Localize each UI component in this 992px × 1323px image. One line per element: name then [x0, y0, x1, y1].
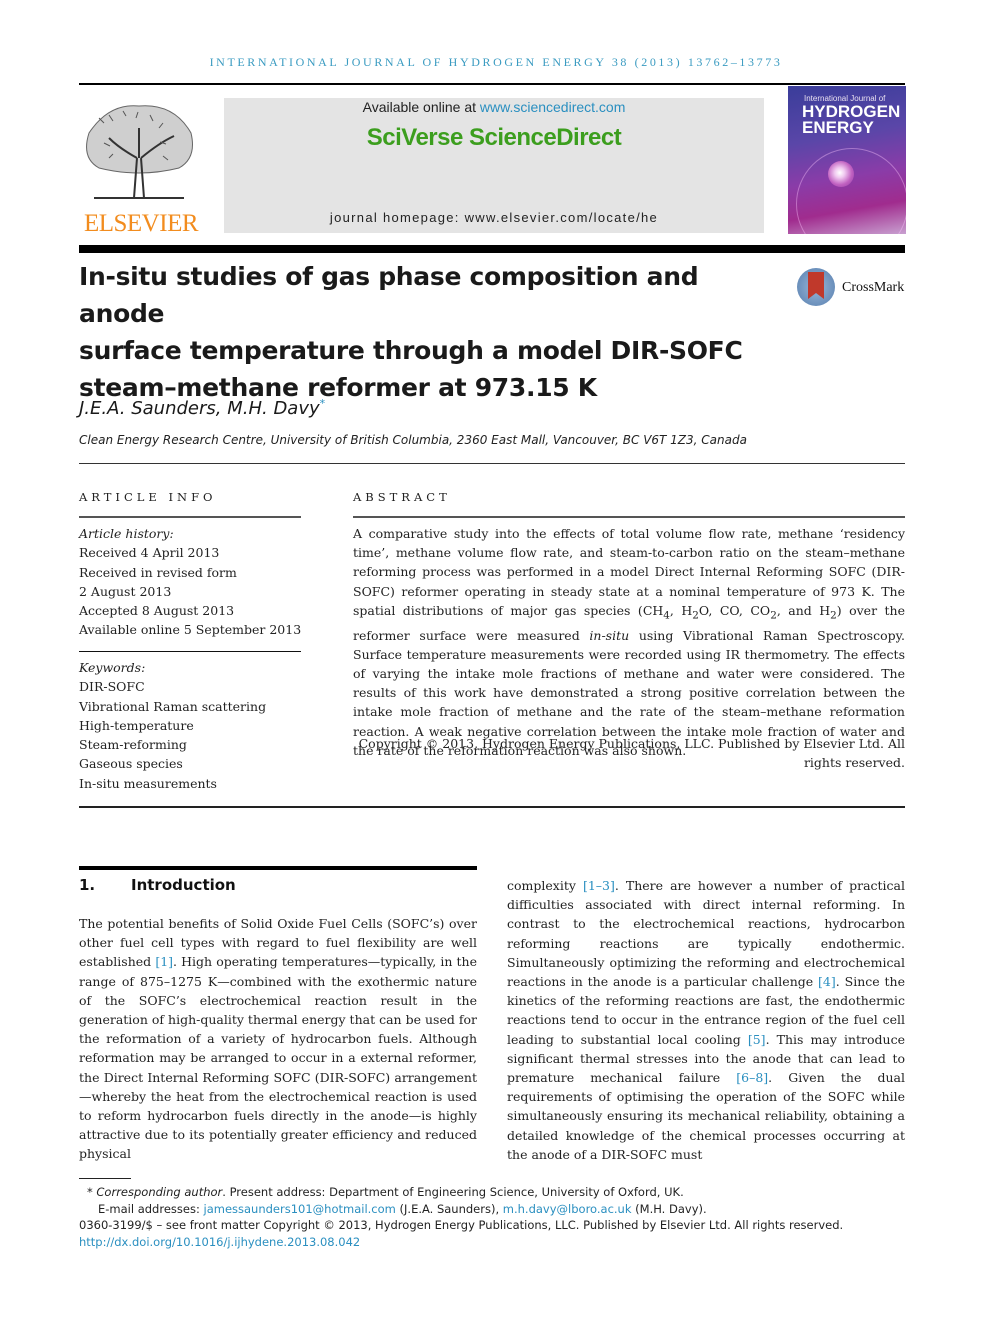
chem-formula: , and H: [776, 602, 831, 618]
keyword-item: In-situ measurements: [79, 775, 217, 791]
divider: [79, 516, 301, 518]
abstract-copyright: Copyright © 2013, Hydrogen Energy Public…: [358, 736, 905, 771]
corresponding-author-mark[interactable]: *: [320, 397, 326, 410]
available-online: Available online at www.sciencedirect.co…: [224, 99, 764, 115]
email-label: E-mail addresses:: [98, 1201, 204, 1216]
subscript: 2: [830, 609, 837, 622]
history-item: Received 4 April 2013: [79, 545, 220, 561]
citation-link[interactable]: [1]: [155, 954, 173, 969]
divider: [79, 806, 905, 808]
footnote-rule: [79, 1178, 131, 1179]
elsevier-tree-logo-icon: [79, 98, 199, 206]
section-title: Introduction: [131, 876, 236, 894]
chem-formula: O, CO, CO: [698, 602, 771, 618]
journal-homepage[interactable]: journal homepage: www.elsevier.com/locat…: [224, 210, 764, 225]
authors-text: J.E.A. Saunders, M.H. Davy: [79, 398, 320, 419]
body-column-left: The potential benefits of Solid Oxide Fu…: [79, 914, 477, 1164]
divider: [79, 463, 905, 464]
doi-link[interactable]: http://dx.doi.org/10.1016/j.ijhydene.201…: [79, 1234, 919, 1251]
keywords-label: Keywords:: [79, 660, 146, 675]
author-list: J.E.A. Saunders, M.H. Davy*: [79, 397, 325, 419]
email-note: E-mail addresses: jamessaunders101@hotma…: [79, 1201, 919, 1218]
article-title: In-situ studies of gas phase composition…: [79, 258, 779, 406]
article-history: Article history: Received 4 April 2013 R…: [79, 524, 309, 640]
keyword-item: Gaseous species: [79, 756, 183, 772]
title-line: In-situ studies of gas phase composition…: [79, 262, 699, 328]
corresponding-author-note: * Corresponding author. Present address:…: [79, 1184, 919, 1201]
email-link[interactable]: jamessaunders101@hotmail.com: [204, 1202, 396, 1216]
body-text: complexity: [507, 878, 583, 893]
keyword-item: Vibrational Raman scattering: [79, 698, 267, 714]
affiliation: Clean Energy Research Centre, University…: [79, 433, 747, 447]
abstract-italic: in-situ: [589, 627, 630, 643]
section-heading-introduction: 1. Introduction: [79, 876, 236, 894]
body-text: . High operating temperatures—typically,…: [79, 954, 478, 1162]
header-bottom-rule: [79, 245, 905, 253]
email-owner: (J.E.A. Saunders),: [395, 1201, 503, 1216]
history-item: Received in revised form: [79, 564, 237, 580]
history-label: Article history:: [79, 526, 174, 541]
crossmark-icon: [797, 268, 835, 306]
history-item: 2 August 2013: [79, 583, 172, 599]
corresponding-label: Corresponding author: [96, 1185, 223, 1199]
sciencedirect-link[interactable]: www.sciencedirect.com: [480, 99, 626, 115]
article-info-heading: ARTICLE INFO: [79, 490, 217, 504]
chem-formula: CH: [642, 602, 664, 618]
sciverse-logo[interactable]: SciVerse ScienceDirect: [224, 124, 764, 152]
cover-title-line2: ENERGY: [802, 118, 874, 137]
subscript: 2: [770, 609, 777, 622]
running-head: INTERNATIONAL JOURNAL OF HYDROGEN ENERGY…: [209, 55, 783, 69]
keyword-item: Steam-reforming: [79, 737, 187, 753]
abstract-text: A comparative study into the effects of …: [353, 526, 905, 758]
section-number: 1.: [79, 876, 96, 894]
divider: [353, 516, 905, 518]
cover-title: HYDROGEN ENERGY: [802, 103, 900, 137]
history-item: Accepted 8 August 2013: [79, 603, 235, 619]
divider: [79, 651, 301, 652]
keyword-item: High-temperature: [79, 717, 194, 733]
history-item: Available online 5 September 2013: [79, 622, 302, 638]
journal-cover-image[interactable]: International Journal of HYDROGEN ENERGY: [788, 86, 906, 234]
front-matter: 0360-3199/$ – see front matter Copyright…: [79, 1218, 844, 1232]
subscript: 4: [663, 609, 670, 622]
crossmark-button[interactable]: CrossMark: [797, 268, 909, 310]
body-text: . There are however a number of practica…: [507, 878, 905, 990]
footnote-mark: *: [87, 1185, 93, 1199]
corresponding-text: . Present address: Department of Enginee…: [222, 1185, 684, 1199]
subscript: 2: [692, 609, 699, 622]
footnotes: * Corresponding author. Present address:…: [79, 1184, 919, 1250]
available-online-label: Available online at: [362, 99, 480, 115]
keyword-item: DIR-SOFC: [79, 679, 145, 695]
section-rule: [79, 866, 477, 870]
email-link[interactable]: m.h.davy@lboro.ac.uk: [503, 1202, 632, 1216]
header-top-rule: [79, 83, 905, 85]
cover-orb-graphic: [828, 161, 854, 187]
citation-link[interactable]: [1–3]: [583, 878, 615, 893]
keywords: Keywords: DIR-SOFC Vibrational Raman sca…: [79, 658, 309, 793]
body-column-right: complexity [1–3]. There are however a nu…: [507, 876, 905, 1164]
chem-formula: H: [681, 602, 693, 618]
citation-link[interactable]: [4]: [818, 974, 836, 989]
abstract-heading: ABSTRACT: [353, 490, 451, 504]
elsevier-wordmark[interactable]: ELSEVIER: [79, 210, 203, 238]
crossmark-label: CrossMark: [842, 280, 905, 295]
email-owner: (M.H. Davy).: [631, 1201, 707, 1216]
citation-link[interactable]: [6–8]: [736, 1070, 768, 1085]
cover-ring-decoration: [796, 148, 906, 234]
citation-link[interactable]: [5]: [748, 1032, 766, 1047]
title-line: surface temperature through a model DIR-…: [79, 336, 743, 365]
